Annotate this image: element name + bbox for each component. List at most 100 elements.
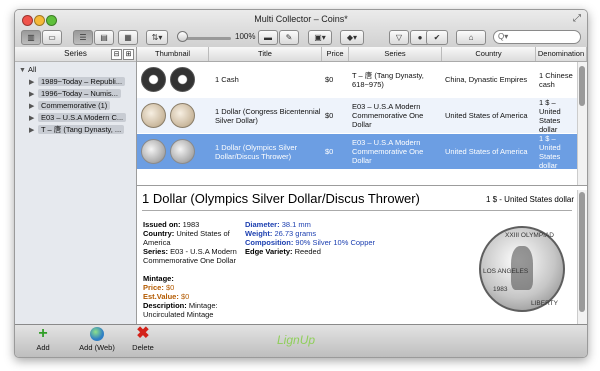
export-button[interactable]: ▣▾ xyxy=(308,30,332,45)
export-icon: ▣▾ xyxy=(314,33,326,42)
scrollbar-thumb[interactable] xyxy=(579,192,585,312)
expand-icon[interactable]: ⊞ xyxy=(123,49,134,60)
tree-item[interactable]: ▶ 1989~Today – Republi... xyxy=(29,76,126,87)
tree-item-label: 1989~Today – Republi... xyxy=(38,77,126,86)
tray-button[interactable]: ⌂ xyxy=(456,30,486,45)
bottom-toolbar: + Add Add (Web) ✖ Delete LignUp xyxy=(15,324,587,357)
edit-button[interactable]: ✎ xyxy=(279,30,299,45)
column-header-title[interactable]: Title xyxy=(209,47,322,61)
cover-view-button[interactable]: ▦ xyxy=(118,30,138,45)
tree-item[interactable]: ▶ T – 唐 (Tang Dynasty, ... xyxy=(29,124,125,135)
tree-item[interactable]: ▶ Commemorative (1) xyxy=(29,100,111,111)
list-view-button[interactable]: ▭ xyxy=(42,30,62,45)
cell-denomination: 1 $ – United States dollar xyxy=(539,98,561,133)
detail-scrollbar[interactable] xyxy=(577,190,587,324)
detail-denomination: 1 $ - United States dollar xyxy=(485,195,574,204)
diameter-field: Diameter: 38.1 mm xyxy=(245,220,311,229)
weight-field: Weight: 26.73 grams xyxy=(245,229,316,238)
tree-item[interactable]: ▶ E03 – U.S.A Modern C... xyxy=(29,112,127,123)
composition-value: 90% Silver 10% Copper xyxy=(295,238,376,247)
description-label: Description: xyxy=(143,301,187,310)
cell-country: United States of America xyxy=(445,111,528,120)
coin-text: LIBERTY xyxy=(531,300,558,307)
issued-label: Issued on: xyxy=(143,220,181,229)
price-field: Price: $0 xyxy=(143,283,174,292)
series-field: Series: E03 - U.S.A Modern Commemorative… xyxy=(143,247,241,265)
coin-thumbnail xyxy=(170,67,195,92)
column-header-thumbnail[interactable]: Thumbnail xyxy=(137,47,209,61)
cell-series: T – 唐 (Tang Dynasty, 618~975) xyxy=(352,70,424,89)
tree-item-all[interactable]: ▼ All xyxy=(19,64,36,75)
zoom-level: 100% xyxy=(235,32,256,41)
sort-button[interactable]: ⇅▾ xyxy=(146,30,168,45)
coin-text: LOS ANGELES xyxy=(483,268,529,275)
disclosure-down-icon[interactable]: ▼ xyxy=(19,65,28,75)
tag-icon: ◆▾ xyxy=(346,33,358,42)
column-header-series[interactable]: Series xyxy=(349,47,442,61)
table-row[interactable]: 1 Dollar (Congress Bicentennial Silver D… xyxy=(137,98,577,133)
table-row-selected[interactable]: 1 Dollar (Olympics Silver Dollar/Discus … xyxy=(137,134,577,169)
tree-item[interactable]: ▶ 1996~Today – Numis... xyxy=(29,88,121,99)
country-field: Country: United States of America xyxy=(143,229,241,247)
tree-item-label: T – 唐 (Tang Dynasty, ... xyxy=(38,125,125,134)
detail-view-button[interactable]: ▤ xyxy=(94,30,114,45)
disclosure-right-icon[interactable]: ▶ xyxy=(29,89,38,99)
add-web-button[interactable]: Add (Web) xyxy=(73,327,121,357)
table-header: Thumbnail Title Price Series Country Den… xyxy=(137,47,587,62)
scrollbar-thumb[interactable] xyxy=(579,66,585,106)
cell-price: $0 xyxy=(325,75,334,84)
weight-label: Weight: xyxy=(245,229,273,238)
price-label: Price: xyxy=(143,283,164,292)
table-row[interactable]: 1 Cash $0 T – 唐 (Tang Dynasty, 618~975) … xyxy=(137,62,577,97)
series-sidebar: Series ⊟ ⊞ ▼ All ▶ 1989~Today – Republi...… xyxy=(15,47,137,324)
disclosure-right-icon[interactable]: ▶ xyxy=(29,113,38,123)
zoom-slider-knob[interactable] xyxy=(177,31,188,42)
cell-country: United States of America xyxy=(445,147,528,156)
sidebar-view-button[interactable]: ▥ xyxy=(21,30,41,45)
column-header-country[interactable]: Country xyxy=(442,47,536,61)
column-header-price[interactable]: Price xyxy=(322,47,349,61)
detail-title: 1 Dollar (Olympics Silver Dollar/Discus … xyxy=(142,191,420,206)
check-button[interactable]: ✔ xyxy=(426,30,448,45)
pencil-icon: ✎ xyxy=(285,33,293,42)
zoom-slider-track[interactable] xyxy=(185,37,231,40)
search-input[interactable]: Q▾ xyxy=(493,30,581,44)
tag-button[interactable]: ◆▾ xyxy=(340,30,364,45)
weight-value: 26.73 grams xyxy=(274,229,317,238)
table-scrollbar[interactable] xyxy=(577,62,587,185)
app-window: Multi Collector – Coins* ⤢ ▥ ▭ ☰ ▤ ▦ ⇅▾ … xyxy=(14,9,588,358)
disclosure-right-icon[interactable]: ▶ xyxy=(29,101,38,111)
tree-item-label: E03 – U.S.A Modern C... xyxy=(38,113,127,122)
composition-field: Composition: 90% Silver 10% Copper xyxy=(245,238,375,247)
cell-price: $0 xyxy=(325,111,334,120)
edge-field: Edge Variety: Reeded xyxy=(245,247,321,256)
sidebar-icon: ▥ xyxy=(27,33,35,42)
divider xyxy=(142,210,572,211)
image-button[interactable]: ▬ xyxy=(258,30,278,45)
coin-thumbnail xyxy=(170,139,195,164)
coin-thumbnail xyxy=(170,103,195,128)
add-button[interactable]: + Add xyxy=(23,326,63,357)
mintage-label: Mintage: xyxy=(143,274,174,283)
cell-denomination: 1 Chinese cash xyxy=(539,70,573,89)
collapse-icon[interactable]: ⊟ xyxy=(111,49,122,60)
delete-button[interactable]: ✖ Delete xyxy=(123,325,163,357)
window-title: Multi Collector – Coins* xyxy=(254,14,348,24)
issued-value: 1983 xyxy=(182,220,200,229)
edge-value: Reeded xyxy=(294,247,321,256)
fullscreen-icon[interactable]: ⤢ xyxy=(573,13,581,24)
disclosure-right-icon[interactable]: ▶ xyxy=(29,77,38,87)
filter-button[interactable]: ▽ xyxy=(389,30,409,45)
cover-icon: ▦ xyxy=(124,33,132,42)
filter-icon: ▽ xyxy=(395,33,403,42)
check-icon: ✔ xyxy=(433,33,441,42)
column-header-denomination[interactable]: Denomination xyxy=(536,47,587,61)
diameter-value: 38.1 mm xyxy=(281,220,311,229)
list-icon: ▭ xyxy=(48,33,56,42)
price-value: $0 xyxy=(165,283,175,292)
disclosure-right-icon[interactable]: ▶ xyxy=(29,125,38,135)
delete-icon: ✖ xyxy=(136,325,150,342)
tree-item-label: 1996~Today – Numis... xyxy=(38,89,121,98)
est-value-value: $0 xyxy=(180,292,190,301)
table-view-button[interactable]: ☰ xyxy=(73,30,93,45)
